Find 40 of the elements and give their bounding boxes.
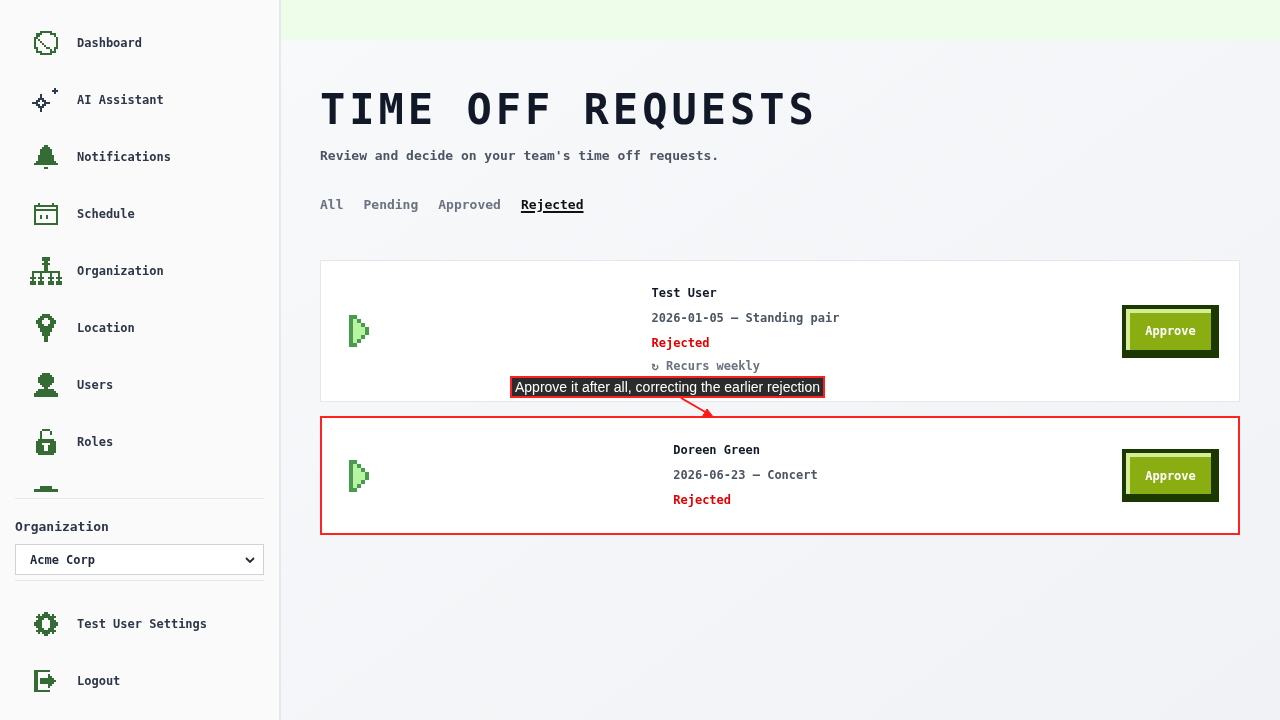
nav-item[interactable]: Logout <box>0 652 129 709</box>
requester-name: Test User <box>651 285 717 302</box>
chevron-down-icon <box>245 556 255 563</box>
settings-icon <box>34 611 58 636</box>
organization-select[interactable]: Acme Corp <box>15 544 264 575</box>
nav-item[interactable]: Test User Settings <box>0 595 216 652</box>
user-icon <box>34 372 58 397</box>
nav-item[interactable]: Dashboard <box>0 14 151 71</box>
nav-item[interactable]: Notifications <box>0 128 179 185</box>
sparkles-icon <box>32 87 60 112</box>
callout-label: Approve it after all, correcting the earlier rejection <box>510 376 826 398</box>
map-pin-icon <box>36 313 56 342</box>
gauge-icon <box>34 30 58 55</box>
filter-tab[interactable]: Approved <box>438 195 501 215</box>
padlock-icon <box>36 428 56 455</box>
recurrence-label: ↻ Recurs weekly <box>651 358 760 374</box>
nav-item[interactable]: Users <box>0 356 122 413</box>
request-detail: 2026-06-23 – Concert <box>673 467 818 484</box>
briefcase-icon <box>34 486 58 492</box>
nav-item[interactable]: AI Assistant <box>0 71 172 128</box>
play-icon <box>349 315 369 347</box>
play-icon <box>349 459 369 492</box>
nav-item[interactable]: Location <box>0 299 143 356</box>
status-label: Rejected <box>673 492 732 509</box>
bell-icon <box>34 144 58 169</box>
nav-item[interactable]: Organization <box>0 242 172 299</box>
page-title: TIME OFF REQUESTS <box>320 86 818 134</box>
logout-icon <box>34 669 58 692</box>
nav-item[interactable]: Roles <box>0 413 122 470</box>
organization-label: Organization <box>15 518 109 536</box>
page-subtitle: Review and decide on your team's time off requests. <box>320 147 720 165</box>
filter-tab[interactable]: All <box>320 195 344 215</box>
nav-item[interactable]: Schedule <box>0 185 143 242</box>
filter-tab[interactable]: Pending <box>363 195 419 215</box>
request-detail: 2026-01-05 – Standing pair <box>651 310 840 327</box>
status-label: Rejected <box>651 335 710 352</box>
calendar-icon <box>34 202 58 225</box>
filter-tab[interactable]: Rejected <box>520 195 584 215</box>
requester-name: Doreen Green <box>673 442 760 459</box>
org-chart-icon <box>30 256 62 285</box>
